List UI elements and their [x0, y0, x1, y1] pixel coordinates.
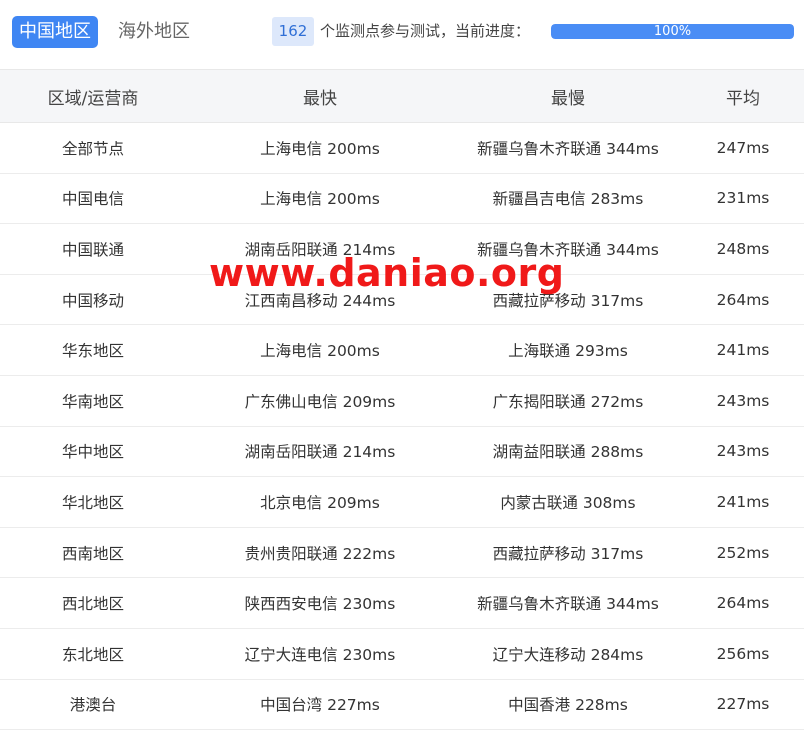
cell-region: 西南地区 [61, 544, 124, 563]
monitor-count-badge: 162 [272, 17, 314, 46]
cell-slowest: 上海联通 293ms [508, 342, 628, 361]
header-region: 区域/运营商 [47, 88, 139, 109]
cell-region: 东北地区 [61, 645, 124, 664]
table-row: 东北地区 辽宁大连电信 230ms 辽宁大连移动 284ms 256ms [0, 629, 804, 680]
cell-slowest: 新疆乌鲁木齐联通 344ms [477, 595, 659, 614]
cell-slowest: 新疆昌吉电信 283ms [492, 190, 644, 209]
cell-average: 252ms [716, 543, 770, 562]
cell-average: 243ms [716, 442, 770, 461]
cell-region: 华北地区 [61, 493, 124, 512]
cell-average: 264ms [716, 594, 770, 613]
table-body: 全部节点 上海电信 200ms 新疆乌鲁木齐联通 344ms 247ms 中国电信 上海电… [0, 123, 804, 730]
cell-average: 243ms [716, 391, 770, 410]
watermark-text: www.daniao.org [209, 251, 565, 295]
cell-region: 中国联通 [61, 240, 124, 259]
cell-fastest: 贵州贵阳联通 222ms [244, 544, 396, 563]
cell-average: 227ms [716, 695, 770, 714]
table-row: 港澳台 中国台湾 227ms 中国香港 228ms 227ms [0, 680, 804, 730]
header-average: 平均 [726, 88, 760, 109]
tab-china[interactable]: 中国地区 [12, 16, 98, 48]
cell-average: 241ms [716, 492, 770, 511]
table-row: 全部节点 上海电信 200ms 新疆乌鲁木齐联通 344ms 247ms [0, 123, 804, 174]
table-row: 西北地区 陕西西安电信 230ms 新疆乌鲁木齐联通 344ms 264ms [0, 578, 804, 629]
table-row: 华中地区 湖南岳阳联通 214ms 湖南益阳联通 288ms 243ms [0, 427, 804, 478]
progress-description: 个监测点参与测试，当前进度： [320, 22, 531, 40]
cell-fastest: 北京电信 209ms [260, 493, 380, 512]
cell-slowest: 湖南益阳联通 288ms [492, 443, 644, 462]
table-row: 西南地区 贵州贵阳联通 222ms 西藏拉萨移动 317ms 252ms [0, 528, 804, 579]
cell-fastest: 辽宁大连电信 230ms [244, 645, 396, 664]
cell-region: 港澳台 [69, 696, 117, 715]
cell-slowest: 辽宁大连移动 284ms [492, 645, 644, 664]
cell-region: 华中地区 [61, 443, 124, 462]
cell-average: 256ms [716, 644, 770, 663]
progress-bar: 100% [551, 24, 794, 39]
cell-fastest: 上海电信 200ms [260, 139, 380, 158]
cell-region: 华东地区 [61, 342, 124, 361]
cell-region: 西北地区 [61, 595, 124, 614]
tab-overseas[interactable]: 海外地区 [111, 16, 197, 48]
table-row: 华北地区 北京电信 209ms 内蒙古联通 308ms 241ms [0, 477, 804, 528]
cell-fastest: 上海电信 200ms [260, 190, 380, 209]
progress-percent-label: 100% [653, 24, 692, 39]
cell-slowest: 广东揭阳联通 272ms [492, 392, 644, 411]
cell-region: 中国移动 [61, 291, 124, 310]
cell-region: 全部节点 [61, 139, 124, 158]
table-row: 华东地区 上海电信 200ms 上海联通 293ms 241ms [0, 325, 804, 376]
cell-slowest: 内蒙古联通 308ms [500, 493, 636, 512]
cell-fastest: 湖南岳阳联通 214ms [244, 443, 396, 462]
cell-average: 247ms [716, 138, 770, 157]
speed-results-table: 区域/运营商 最快 最慢 平均 全部节点 上海电信 200ms 新疆乌鲁木齐联通 3… [0, 69, 804, 730]
cell-slowest: 新疆乌鲁木齐联通 344ms [477, 139, 659, 158]
cell-average: 248ms [716, 239, 770, 258]
header-slowest: 最慢 [551, 88, 585, 109]
cell-slowest: 中国香港 228ms [508, 696, 628, 715]
cell-region: 中国电信 [61, 190, 124, 209]
cell-region: 华南地区 [61, 392, 124, 411]
table-header: 区域/运营商 最快 最慢 平均 [0, 69, 804, 123]
header-fastest: 最快 [303, 88, 337, 109]
cell-fastest: 广东佛山电信 209ms [244, 392, 396, 411]
cell-fastest: 陕西西安电信 230ms [244, 595, 396, 614]
top-bar: 中国地区 海外地区 162 个监测点参与测试，当前进度： 100% [0, 0, 804, 66]
cell-average: 264ms [716, 290, 770, 309]
table-row: 华南地区 广东佛山电信 209ms 广东揭阳联通 272ms 243ms [0, 376, 804, 427]
table-row: 中国电信 上海电信 200ms 新疆昌吉电信 283ms 231ms [0, 174, 804, 225]
cell-average: 241ms [716, 341, 770, 360]
cell-average: 231ms [716, 189, 770, 208]
cell-fastest: 中国台湾 227ms [260, 696, 380, 715]
cell-slowest: 西藏拉萨移动 317ms [492, 544, 644, 563]
cell-fastest: 上海电信 200ms [260, 342, 380, 361]
